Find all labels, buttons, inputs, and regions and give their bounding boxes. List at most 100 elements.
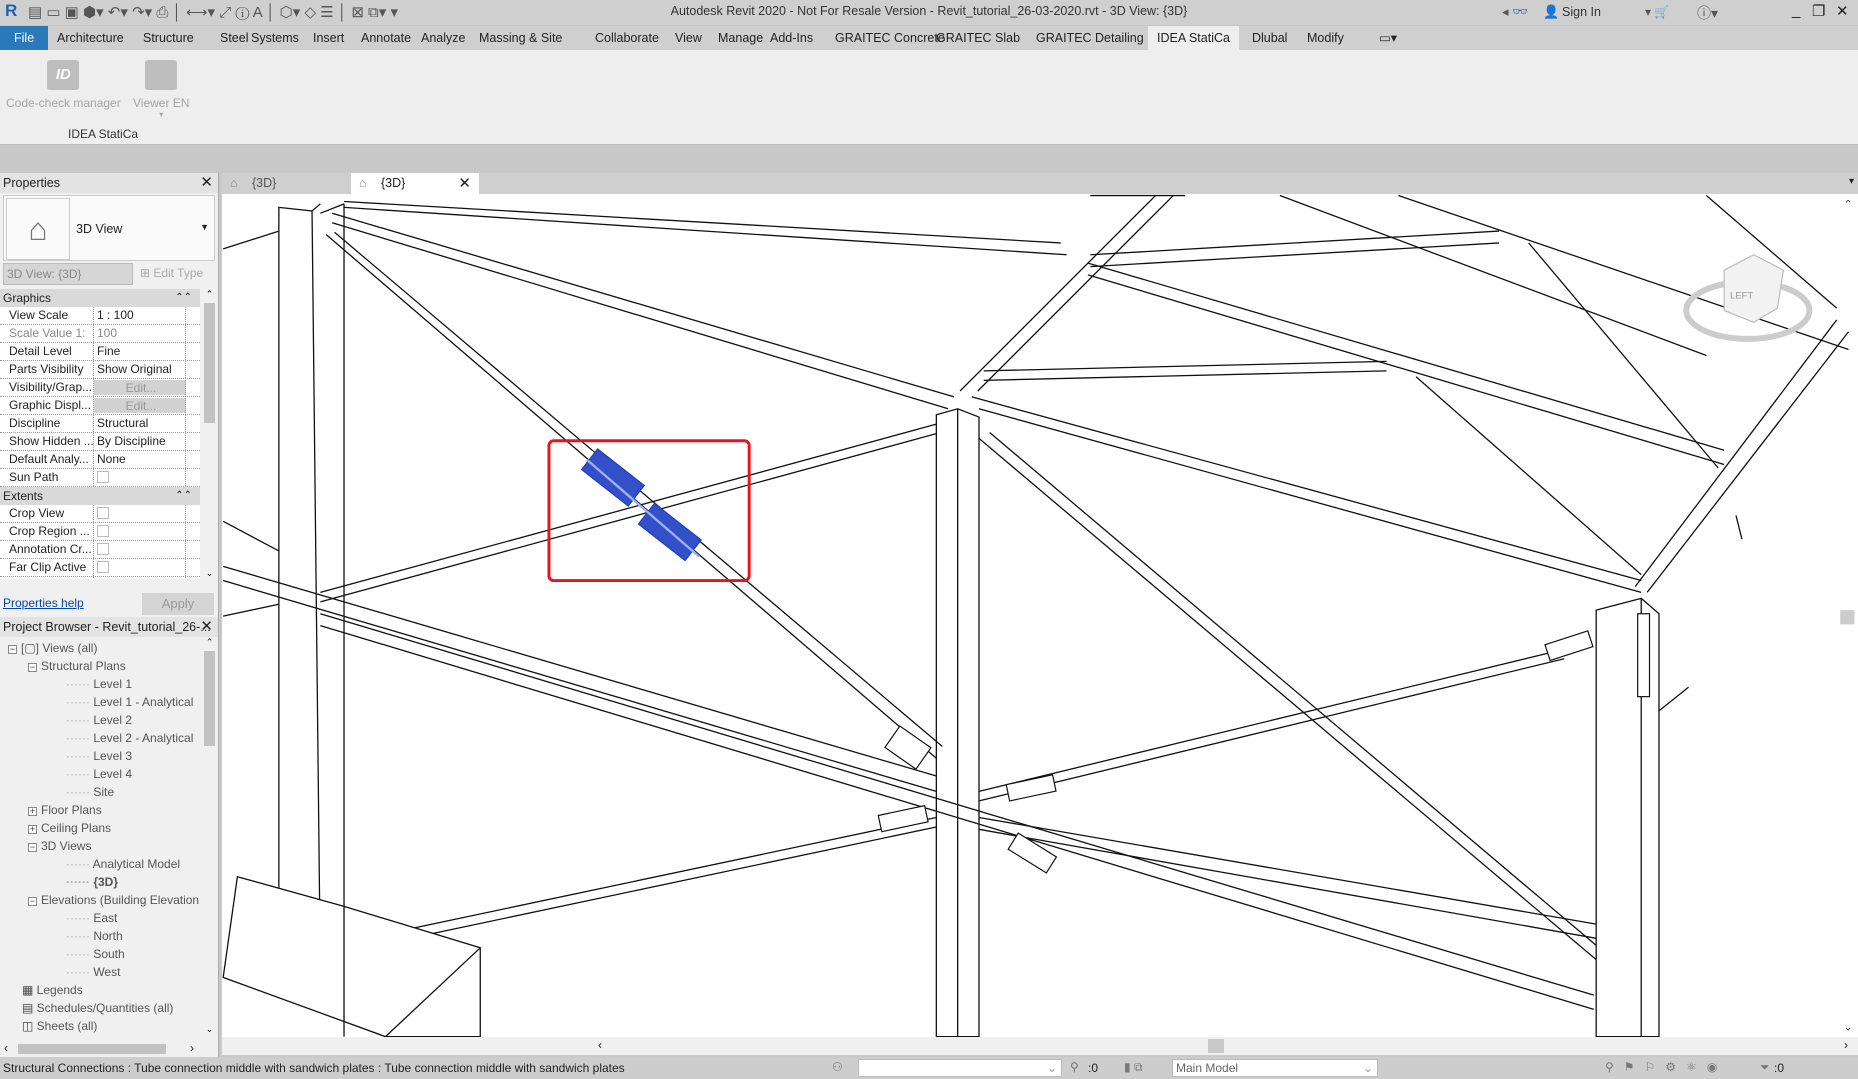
expand-icon[interactable]: + — [28, 825, 37, 834]
properties-scrollbar[interactable]: ⌃ ⌄ — [203, 289, 216, 579]
collapse-icon[interactable]: ⌃⌃ — [175, 487, 192, 505]
close-tab-icon[interactable]: ✕ — [458, 173, 471, 194]
3d-viewport[interactable]: ⌂ {3D} ⌂ {3D} ✕ ▾ LEFT ⌃ ⌄ — [222, 173, 1858, 1037]
workset-dropdown[interactable]: ⌄ — [858, 1059, 1062, 1077]
browser-item[interactable]: + Floor Plans — [28, 801, 102, 819]
edit-button[interactable]: Edit... — [94, 398, 186, 413]
browser-item[interactable]: ······ Level 3 — [66, 747, 132, 765]
collapse-icon[interactable]: − — [8, 645, 17, 654]
property-value[interactable]: 304800.0 — [94, 577, 186, 579]
property-checkbox[interactable] — [97, 561, 109, 573]
code-check-manager-button[interactable]: ID Code-check manager — [6, 56, 121, 110]
browser-item[interactable]: ▦ Legends — [22, 981, 83, 999]
browser-item[interactable]: ······ Analytical Model — [66, 855, 180, 873]
apply-button[interactable]: Apply — [142, 593, 214, 615]
property-checkbox[interactable] — [97, 525, 109, 537]
browser-scrollbar[interactable]: ⌃ ⌄ — [203, 637, 216, 1035]
property-checkbox[interactable] — [97, 471, 109, 483]
tab-idea-statica[interactable]: IDEA StatiCa — [1148, 26, 1239, 50]
close-icon[interactable]: ✕ — [200, 617, 213, 637]
tab-menu-icon[interactable]: ▾ — [1849, 176, 1854, 187]
design-options-icon[interactable]: ▮ ⧉ — [1124, 1060, 1143, 1075]
expand-icon[interactable]: + — [28, 807, 37, 816]
tab-dlubal[interactable]: Dlubal — [1243, 26, 1296, 50]
restore-button[interactable]: ❐ — [1812, 2, 1825, 20]
sign-in-link[interactable]: Sign In — [1562, 5, 1601, 19]
property-value[interactable]: Structural — [94, 415, 186, 432]
property-value[interactable]: Show Original — [94, 361, 186, 378]
browser-item[interactable]: ······ Level 1 — [66, 675, 132, 693]
browser-item[interactable]: − Structural Plans — [28, 657, 126, 675]
tab-annotate[interactable]: Annotate — [352, 26, 420, 50]
group-extents[interactable]: Extents ⌃⌃ — [0, 487, 200, 505]
edit-button[interactable]: Edit... — [94, 380, 186, 395]
view-tab-3d[interactable]: ⌂ {3D} — [222, 173, 350, 194]
properties-help-link[interactable]: Properties help — [3, 596, 84, 610]
browser-item[interactable]: −3D Views — [28, 837, 91, 855]
view-tab-3d-active[interactable]: ⌂ {3D} ✕ — [351, 173, 479, 194]
browser-item[interactable]: ······ Level 1 - Analytical — [66, 693, 193, 711]
browser-item[interactable]: ······ {3D} — [66, 873, 118, 891]
collapse-icon[interactable]: − — [28, 897, 37, 906]
cart-icon[interactable]: ▾ 🛒 — [1645, 5, 1669, 19]
chevron-down-icon[interactable]: ▼ — [200, 222, 209, 232]
browser-item[interactable]: ······ Level 4 — [66, 765, 132, 783]
tab-massing-site[interactable]: Massing & Site — [470, 26, 571, 50]
type-selector[interactable]: ⌂ 3D View ▼ — [3, 195, 215, 261]
viewport-hscrollbar[interactable]: ‹ › — [222, 1037, 1858, 1055]
search-binoculars-icon[interactable]: ◂ 👓 — [1502, 4, 1528, 20]
browser-item[interactable]: ······ North — [66, 927, 123, 945]
property-checkbox[interactable] — [97, 507, 109, 519]
property-value[interactable]: Fine — [94, 343, 186, 360]
browser-item[interactable]: ······ West — [66, 963, 120, 981]
tab-file[interactable]: File — [0, 26, 49, 50]
instance-selector[interactable]: 3D View: {3D} — [3, 263, 133, 285]
browser-item[interactable]: − [▢] Views (all) — [8, 639, 97, 657]
tab-view[interactable]: View — [666, 26, 711, 50]
browser-hscrollbar[interactable]: ‹ › — [0, 1041, 218, 1057]
collapse-icon[interactable]: − — [28, 663, 37, 672]
close-icon[interactable]: ✕ — [200, 173, 213, 193]
property-value[interactable]: 1 : 100 — [94, 307, 186, 324]
browser-item[interactable]: ······ South — [66, 945, 125, 963]
browser-item[interactable]: ······ East — [66, 909, 117, 927]
selection-settings-icons[interactable]: ⚲⚑⚐⚙⚛◉ — [1605, 1060, 1727, 1074]
viewer-en-button[interactable]: Viewer EN ▾ — [133, 56, 189, 119]
filter-icon[interactable]: ⏷ — [1760, 1060, 1770, 1075]
property-value[interactable]: 100 — [94, 325, 186, 342]
browser-item[interactable]: + Ceiling Plans — [28, 819, 111, 837]
help-icon[interactable]: ⓘ▾ — [1697, 3, 1718, 23]
panel-visibility-toggle[interactable]: ▭▾ — [1370, 26, 1406, 50]
browser-item[interactable]: ······ Level 2 - Analytical — [66, 729, 193, 747]
viewcube[interactable]: LEFT — [1683, 254, 1813, 342]
editable-only-icon[interactable]: ⚲ — [1070, 1060, 1079, 1074]
user-icon[interactable]: 👤 — [1543, 4, 1559, 20]
tab-add-ins[interactable]: Add-Ins — [761, 26, 822, 50]
tab-architecture[interactable]: Architecture — [48, 26, 133, 50]
property-checkbox[interactable] — [97, 543, 109, 555]
tab-collaborate[interactable]: Collaborate — [586, 26, 668, 50]
collapse-icon[interactable]: ⌃⌃ — [175, 289, 192, 307]
browser-item[interactable]: ······ Level 2 — [66, 711, 132, 729]
edit-type-button[interactable]: ⊞ Edit Type — [140, 266, 203, 280]
browser-item[interactable]: − Elevations (Building Elevation — [28, 891, 199, 909]
tab-modify[interactable]: Modify — [1298, 26, 1353, 50]
minimize-button[interactable]: _ — [1792, 2, 1800, 19]
worksets-icon[interactable]: ⚇ — [832, 1060, 843, 1074]
collapse-icon[interactable]: − — [28, 843, 37, 852]
viewport-scroll-thumb[interactable] — [1840, 610, 1855, 625]
tab-insert[interactable]: Insert — [304, 26, 353, 50]
tab-graitec-detailing[interactable]: GRAITEC Detailing — [1027, 26, 1153, 50]
tab-structure[interactable]: Structure — [134, 26, 203, 50]
property-value[interactable]: None — [94, 451, 186, 468]
design-option-dropdown[interactable]: Main Model ⌄ — [1172, 1059, 1378, 1077]
tab-systems[interactable]: Systems — [242, 26, 308, 50]
browser-item[interactable]: ◫ Sheets (all) — [22, 1017, 97, 1035]
close-window-button[interactable]: ✕ — [1836, 2, 1849, 20]
group-graphics[interactable]: Graphics ⌃⌃ — [0, 289, 200, 307]
tab-analyze[interactable]: Analyze — [412, 26, 474, 50]
browser-item[interactable]: ▤ Schedules/Quantities (all) — [22, 999, 173, 1017]
tab-graitec-slab[interactable]: GRAITEC Slab — [927, 26, 1029, 50]
property-value[interactable]: By Discipline — [94, 433, 186, 450]
browser-item[interactable]: ······ Site — [66, 783, 114, 801]
